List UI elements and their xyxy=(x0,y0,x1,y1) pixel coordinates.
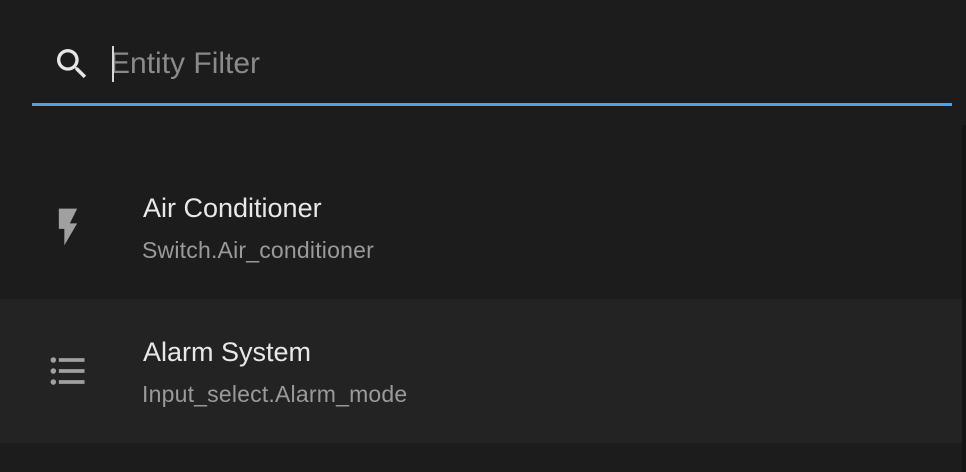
search-icon xyxy=(57,49,87,79)
text-cursor xyxy=(112,46,114,82)
entity-filter-bar[interactable] xyxy=(32,28,952,106)
list-item-air-conditioner[interactable]: Air Conditioner Switch.Air_conditioner xyxy=(0,155,962,299)
entity-title: Alarm System xyxy=(143,337,312,367)
entity-title: Air Conditioner xyxy=(143,193,322,223)
entity-picker: Air Conditioner Switch.Air_conditioner A… xyxy=(0,0,966,472)
entity-id: Switch.Air_conditioner xyxy=(142,237,374,263)
entity-list: Air Conditioner Switch.Air_conditioner A… xyxy=(0,155,962,443)
entity-id: Input_select.Alarm_mode xyxy=(142,381,408,407)
flash-icon xyxy=(58,208,78,246)
list-item-alarm-system[interactable]: Alarm System Input_select.Alarm_mode xyxy=(0,299,962,443)
scrollbar-track[interactable] xyxy=(962,125,966,472)
entity-filter-input[interactable] xyxy=(110,42,930,86)
format-list-bulleted-icon xyxy=(50,357,85,385)
